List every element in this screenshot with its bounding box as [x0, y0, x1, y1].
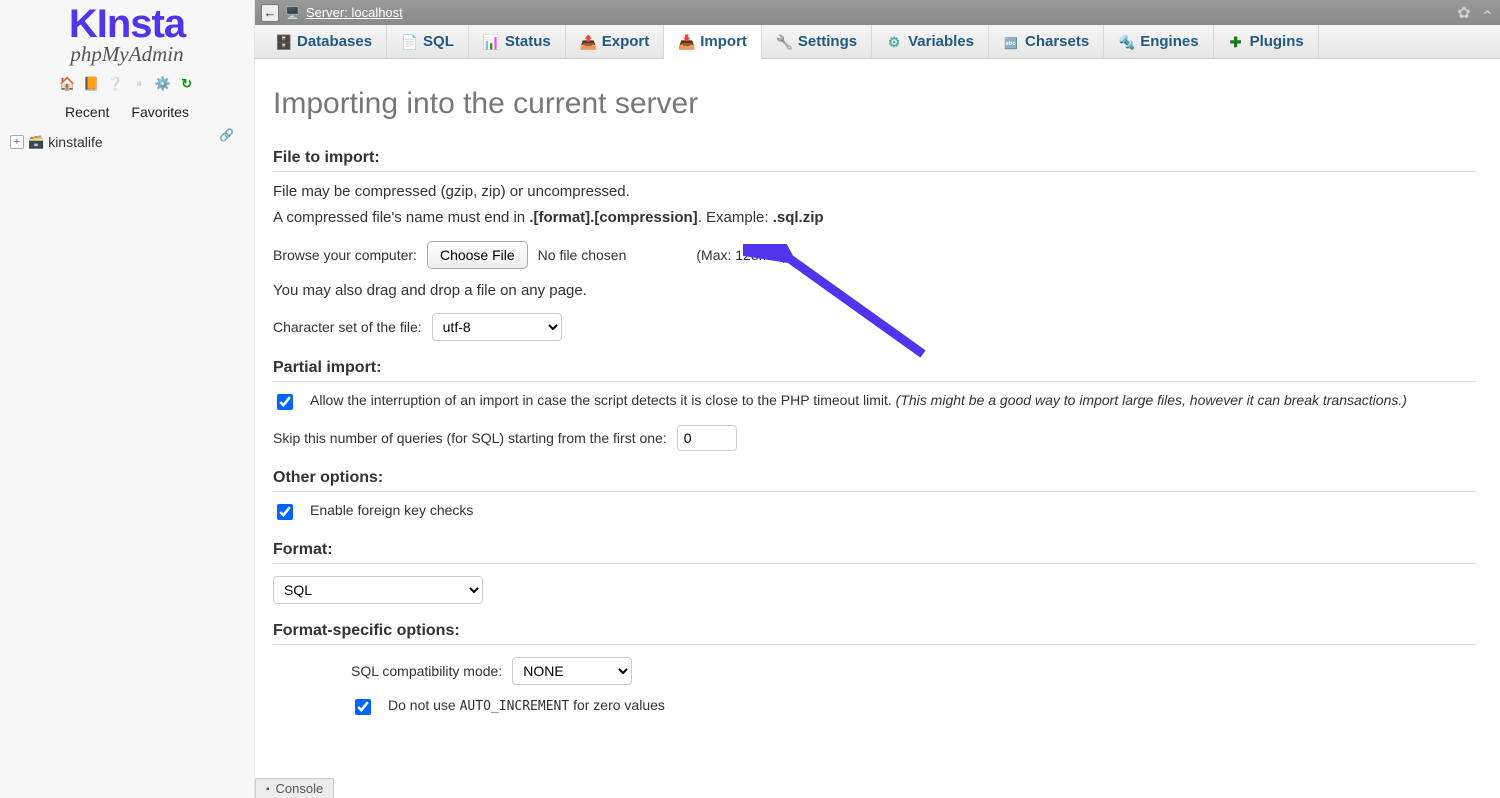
tab-label: Import [700, 33, 747, 50]
page-title: Importing into the current server [273, 87, 1476, 121]
database-icon [275, 34, 291, 50]
console-icon [266, 781, 270, 796]
section-file-to-import: File to import: [273, 149, 1476, 172]
skip-queries-input[interactable] [677, 425, 737, 451]
sidebar-tabs: Recent Favorites [0, 100, 254, 124]
export-icon [580, 34, 596, 50]
choose-file-button[interactable]: Choose File [427, 241, 528, 269]
plugins-icon [1228, 34, 1244, 50]
sql-icon [401, 34, 417, 50]
tab-databases[interactable]: Databases [261, 25, 387, 58]
tab-charsets[interactable]: Charsets [989, 25, 1104, 58]
tab-sql[interactable]: SQL [387, 25, 469, 58]
nav-back-button[interactable]: ← [261, 4, 279, 22]
skip-queries-label: Skip this number of queries (for SQL) st… [273, 430, 667, 446]
tab-label: SQL [423, 33, 454, 50]
tab-label: Databases [297, 33, 372, 50]
tab-label: Export [602, 33, 650, 50]
section-format: Format: [273, 541, 1476, 564]
auto-increment-label: Do not use AUTO_INCREMENT for zero value… [388, 697, 665, 714]
tab-label: Status [505, 33, 551, 50]
foreign-key-checkbox[interactable] [277, 504, 293, 520]
tab-settings[interactable]: Settings [762, 25, 872, 58]
foreign-key-label: Enable foreign key checks [310, 502, 473, 518]
auto-increment-checkbox[interactable] [355, 699, 371, 715]
page-settings-icon[interactable] [1457, 3, 1470, 23]
expand-icon[interactable]: + [10, 135, 24, 149]
charsets-icon [1003, 34, 1019, 50]
tab-engines[interactable]: Engines [1104, 25, 1213, 58]
file-hint-line1: File may be compressed (gzip, zip) or un… [273, 182, 1476, 202]
server-breadcrumb[interactable]: Server: localhost [306, 5, 403, 20]
panel-link-icon[interactable]: 🔗 [219, 128, 234, 142]
tab-plugins[interactable]: Plugins [1214, 25, 1319, 58]
variables-icon [886, 34, 902, 50]
dragdrop-hint: You may also drag and drop a file on any… [273, 281, 1476, 301]
tab-recent[interactable]: Recent [54, 100, 120, 124]
allow-interrupt-checkbox[interactable] [277, 394, 293, 410]
docs-icon[interactable] [107, 76, 123, 92]
tab-label: Settings [798, 33, 857, 50]
content-area: Importing into the current server File t… [255, 59, 1500, 798]
db-tree: + kinstalife [0, 124, 254, 160]
settings-icon[interactable] [155, 76, 171, 92]
tab-favorites[interactable]: Favorites [120, 100, 200, 124]
allow-interrupt-label: Allow the interruption of an import in c… [310, 392, 1407, 408]
tab-export[interactable]: Export [566, 25, 665, 58]
brand-logo-text: KInsta [0, 4, 254, 44]
reload-icon[interactable] [179, 76, 195, 92]
status-icon [483, 34, 499, 50]
sidebar-quick-icons [0, 75, 254, 92]
section-format-specific: Format-specific options: [273, 622, 1476, 645]
tab-status[interactable]: Status [469, 25, 566, 58]
sql-compat-label: SQL compatibility mode: [351, 663, 502, 679]
tab-label: Variables [908, 33, 974, 50]
tab-label: Engines [1140, 33, 1198, 50]
section-other-options: Other options: [273, 469, 1476, 492]
tab-variables[interactable]: Variables [872, 25, 989, 58]
settings-icon [776, 34, 792, 50]
collapse-topbar-icon[interactable] [1481, 3, 1494, 23]
max-size-label: (Max: 128MiB) [696, 247, 787, 263]
engines-icon [1118, 34, 1134, 50]
tree-item-db[interactable]: + kinstalife [6, 132, 248, 152]
navi-settings-icon[interactable] [131, 76, 147, 92]
sql-compat-select[interactable]: NONE [512, 657, 632, 685]
server-icon [285, 5, 300, 20]
home-icon[interactable] [59, 76, 75, 92]
console-toggle[interactable]: Console [255, 778, 334, 798]
import-icon [678, 34, 694, 50]
tab-import[interactable]: Import [664, 25, 762, 59]
tree-item-label: kinstalife [48, 134, 102, 150]
console-label: Console [276, 781, 324, 796]
format-select[interactable]: SQL [273, 576, 483, 604]
main-tabs: Databases SQL Status Export Import Setti… [255, 25, 1500, 59]
charset-label: Character set of the file: [273, 319, 422, 335]
file-hint-line2: A compressed file's name must end in .[f… [273, 208, 1476, 228]
tab-label: Plugins [1250, 33, 1304, 50]
brand-logo-sub: phpMyAdmin [0, 42, 254, 67]
section-partial-import: Partial import: [273, 359, 1476, 382]
sidebar: KInsta phpMyAdmin Recent Favorites 🔗 + k… [0, 0, 255, 798]
tab-label: Charsets [1025, 33, 1089, 50]
browse-label: Browse your computer: [273, 247, 417, 263]
main: ← Server: localhost Databases SQL Status… [255, 0, 1500, 798]
brand-logo: KInsta phpMyAdmin [0, 0, 254, 67]
charset-select[interactable]: utf-8 [432, 313, 562, 341]
server-bar: ← Server: localhost [255, 0, 1500, 25]
chosen-file-status: No file chosen [538, 247, 627, 263]
logout-icon[interactable] [83, 76, 99, 92]
database-icon [28, 134, 44, 150]
